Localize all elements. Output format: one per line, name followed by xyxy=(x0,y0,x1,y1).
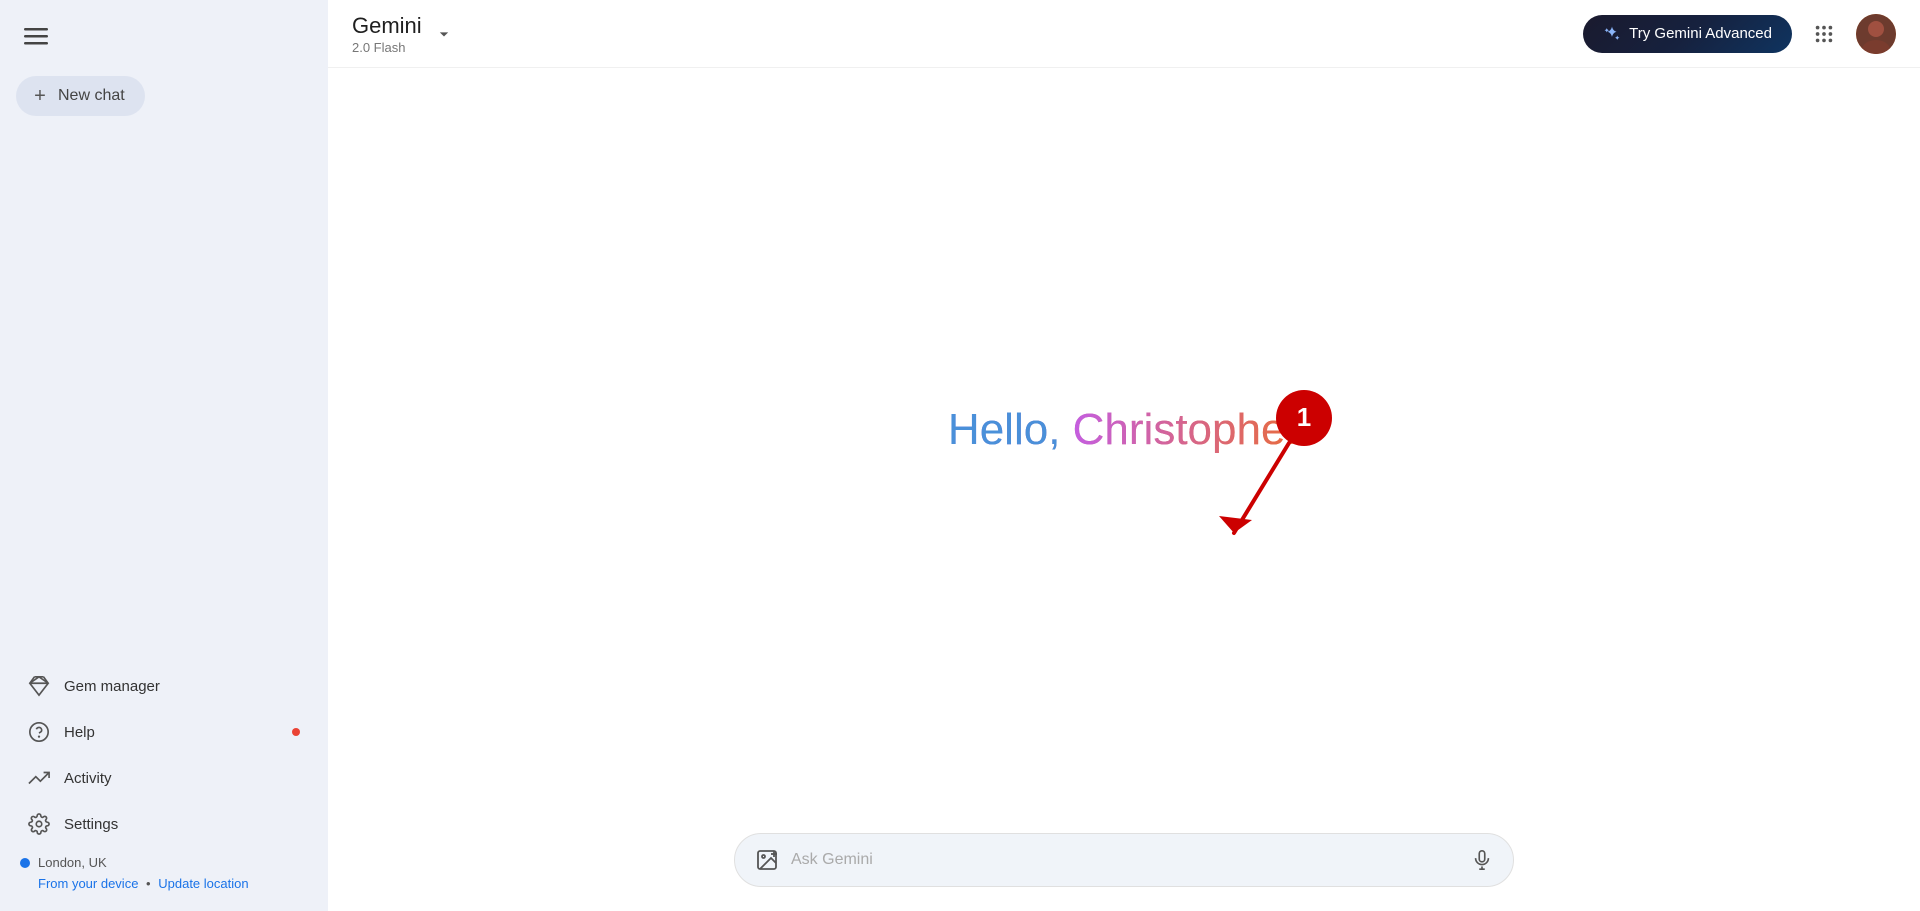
new-chat-label: New chat xyxy=(58,87,125,105)
sidebar-item-activity[interactable]: Activity xyxy=(8,755,320,801)
microphone-button[interactable] xyxy=(1471,849,1493,871)
microphone-icon xyxy=(1471,849,1493,871)
sidebar-item-label: Settings xyxy=(64,816,118,833)
chevron-down-icon xyxy=(434,24,454,44)
gemini-title: Gemini xyxy=(352,13,422,39)
sidebar: + New chat Gem manager Help xyxy=(0,0,328,911)
gemini-version: 2.0 Flash xyxy=(352,40,422,55)
sidebar-bottom-nav: Gem manager Help Activity xyxy=(0,655,328,911)
help-icon xyxy=(28,721,50,743)
sidebar-item-label: Activity xyxy=(64,770,112,787)
header: Gemini 2.0 Flash Try Gemini Advanced xyxy=(328,0,1920,68)
main-content: Gemini 2.0 Flash Try Gemini Advanced xyxy=(328,0,1920,911)
apps-grid-icon xyxy=(1813,23,1835,45)
model-selector-button[interactable] xyxy=(430,20,458,48)
input-add-button[interactable] xyxy=(755,848,779,872)
content-area: Hello, Christopher 1 xyxy=(328,68,1920,911)
sidebar-item-label: Gem manager xyxy=(64,678,160,695)
try-advanced-label: Try Gemini Advanced xyxy=(1629,25,1772,42)
sparkle-icon xyxy=(1603,25,1621,43)
header-right: Try Gemini Advanced xyxy=(1583,14,1896,54)
greeting-hello: Hello, xyxy=(948,405,1073,454)
sidebar-item-settings[interactable]: Settings xyxy=(8,801,320,847)
avatar[interactable] xyxy=(1856,14,1896,54)
update-location-link[interactable]: Update location xyxy=(158,876,248,891)
location-links: From your device • Update location xyxy=(0,874,328,895)
input-container xyxy=(734,833,1514,887)
notification-dot xyxy=(292,728,300,736)
add-image-icon xyxy=(755,848,779,872)
location-dot-icon xyxy=(20,858,30,868)
try-advanced-button[interactable]: Try Gemini Advanced xyxy=(1583,15,1792,53)
ask-gemini-input[interactable] xyxy=(791,851,1459,869)
sidebar-item-gem-manager[interactable]: Gem manager xyxy=(8,663,320,709)
activity-icon xyxy=(28,767,50,789)
input-wrapper xyxy=(734,833,1514,887)
greeting-name: Christopher xyxy=(1073,405,1300,454)
gemini-logo-area: Gemini 2.0 Flash xyxy=(352,13,422,55)
header-left: Gemini 2.0 Flash xyxy=(352,13,458,55)
separator: • xyxy=(146,876,151,891)
location-city: London, UK xyxy=(38,855,107,870)
sidebar-top xyxy=(0,0,328,64)
greeting-text: Hello, Christopher xyxy=(948,405,1300,455)
hamburger-menu-button[interactable] xyxy=(16,16,56,56)
from-device-link[interactable]: From your device xyxy=(38,876,138,891)
gem-icon xyxy=(28,675,50,697)
apps-grid-button[interactable] xyxy=(1804,14,1844,54)
location-display: London, UK xyxy=(0,847,328,874)
settings-icon xyxy=(28,813,50,835)
sidebar-item-help[interactable]: Help xyxy=(8,709,320,755)
sidebar-item-label: Help xyxy=(64,724,95,741)
plus-icon: + xyxy=(30,86,50,106)
new-chat-button[interactable]: + New chat xyxy=(16,76,145,116)
avatar-image xyxy=(1856,14,1896,54)
